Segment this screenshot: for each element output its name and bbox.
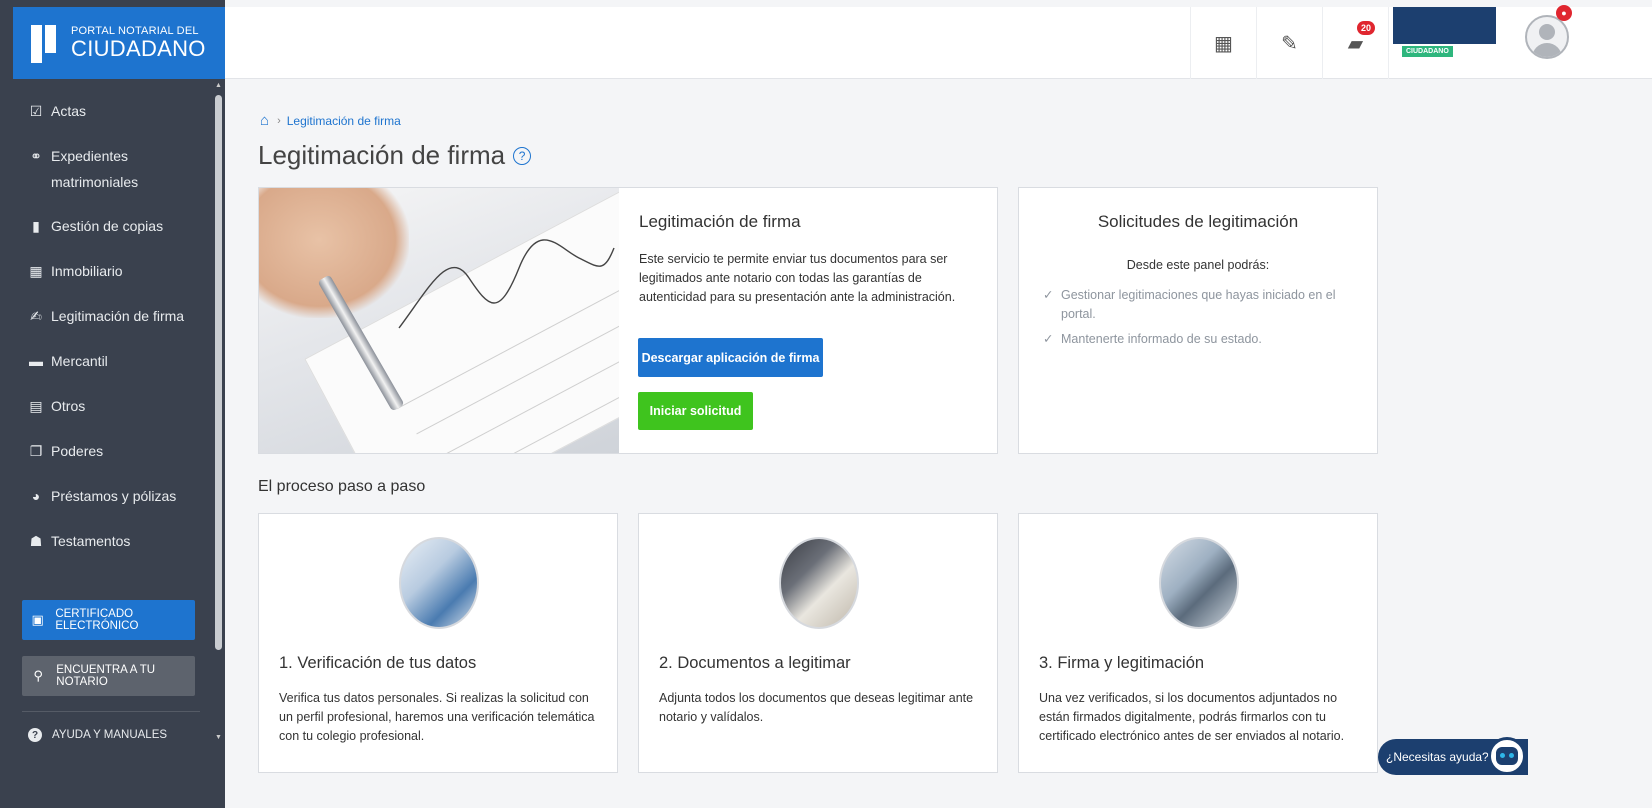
logo-line2: CIUDADANO (71, 35, 206, 61)
notifications-badge: 20 (1357, 21, 1376, 35)
calendar-button[interactable]: ▦ (1190, 7, 1256, 79)
step-image-documents (779, 537, 859, 629)
sidebar-scrollbar-thumb[interactable] (215, 95, 222, 650)
sidebar-item-legitimacion[interactable]: ✍ Legitimación de firma (0, 295, 212, 340)
building-icon: ▦ (29, 263, 43, 279)
people-icon: ☗ (29, 533, 43, 549)
certificate-button-label: CERTIFICADO ELECTRÓNICO (55, 608, 139, 632)
sidebar-item-label: Expedientes matrimoniales (51, 148, 139, 190)
check-icon: ✓ (1043, 288, 1054, 302)
process-section-title: El proceso paso a paso (258, 478, 426, 495)
lock-icon: ● (1556, 5, 1572, 21)
sidebar: PORTAL NOTARIAL DEL CIUDADANO ☑ Actas ⚭ … (0, 0, 225, 808)
calendar-icon: ▦ (1214, 32, 1233, 55)
requests-panel-subtitle: Desde este panel podrás: (1126, 258, 1270, 272)
edit-icon: ✎ (1281, 32, 1298, 55)
scroll-up-arrow-icon[interactable]: ▲ (214, 82, 223, 90)
chevron-right-icon: › (277, 114, 281, 127)
logo-line1: PORTAL NOTARIAL DEL (71, 24, 199, 37)
home-icon[interactable]: ⌂ (260, 112, 269, 129)
sidebar-item-label: Gestión de copias (51, 218, 164, 234)
sidebar-nav: ☑ Actas ⚭ Expedientes matrimoniales ▮ Ge… (0, 90, 212, 565)
sidebar-item-testamentos[interactable]: ☗ Testamentos (0, 520, 212, 565)
user-role-tag: CIUDADANO (1402, 46, 1453, 57)
id-card-icon: ▣ (31, 612, 44, 627)
sidebar-item-copias[interactable]: ▮ Gestión de copias (0, 205, 212, 250)
logo-icon (29, 21, 59, 65)
clipboard-check-icon: ☑ (29, 103, 43, 119)
signature-service-card: Legitimación de firma Este servicio te p… (258, 187, 998, 454)
download-signature-app-button[interactable]: Descargar aplicación de firma (638, 338, 823, 377)
page-title-text: Legitimación de firma (258, 140, 506, 170)
list-item: ✓ Gestionar legitimaciones que hayas inic… (1043, 286, 1343, 324)
topbar-divider (1388, 7, 1389, 79)
step-title: 2. Documentos a legitimar (659, 654, 851, 672)
help-manuals-label: AYUDA Y MANUALES (52, 729, 168, 741)
sidebar-item-label: Inmobiliario (51, 263, 123, 279)
sidebar-item-label: Poderes (51, 443, 104, 459)
sidebar-item-label: Otros (51, 398, 86, 414)
hand-coin-icon: ◕ (31, 488, 41, 504)
step-title: 1. Verificación de tus datos (279, 654, 477, 672)
signing-document-image (259, 188, 619, 453)
sidebar-item-expedientes[interactable]: ⚭ Expedientes matrimoniales (0, 135, 212, 205)
sidebar-item-prestamos[interactable]: ◕ Préstamos y pólizas (0, 475, 212, 520)
step-card-verification: 1. Verificación de tus datos Verifica tu… (258, 513, 618, 773)
archive-box-icon: ▤ (29, 398, 43, 414)
step-text: Verifica tus datos personales. Si realiz… (279, 691, 595, 743)
messages-button[interactable]: ▰ 20 (1322, 7, 1388, 79)
requests-panel-list: ✓ Gestionar legitimaciones que hayas inic… (1043, 286, 1343, 355)
step-card-documents: 2. Documentos a legitimar Adjunta todos … (638, 513, 998, 773)
start-request-button[interactable]: Iniciar solicitud (638, 392, 753, 430)
help-manuals-link[interactable]: ? AYUDA Y MANUALES (28, 728, 167, 742)
sidebar-item-label: Legitimación de firma (51, 308, 185, 324)
user-name-box[interactable] (1393, 7, 1496, 44)
help-circle-icon[interactable]: ? (513, 146, 532, 165)
sidebar-item-mercantil[interactable]: ▬ Mercantil (0, 340, 212, 385)
avatar[interactable] (1525, 15, 1569, 59)
requests-panel-title: Solicitudes de legitimación (1097, 212, 1299, 231)
question-circle-icon: ? (28, 728, 42, 742)
step-image-laptop (399, 537, 479, 629)
file-icon: ▮ (32, 218, 40, 234)
sidebar-item-actas[interactable]: ☑ Actas (0, 90, 212, 135)
chatbot-icon[interactable] (1488, 737, 1526, 775)
sidebar-item-label: Mercantil (51, 353, 108, 369)
check-icon: ✓ (1043, 332, 1054, 346)
help-chat-label: ¿Necesitas ayuda? (1386, 750, 1489, 764)
rings-icon: ⚭ (30, 148, 42, 164)
find-notary-button[interactable]: ⚲ ENCUENTRA A TU NOTARIO (22, 656, 195, 696)
edit-button[interactable]: ✎ (1256, 7, 1322, 79)
documents-icon: ❐ (29, 443, 43, 459)
sidebar-item-label: Préstamos y pólizas (51, 488, 177, 504)
signature-icon: ✍ (30, 308, 42, 324)
search-icon: ⚲ (33, 668, 43, 683)
briefcase-icon: ▬ (29, 353, 43, 369)
step-title: 3. Firma y legitimación (1039, 654, 1205, 672)
breadcrumb: ⌂ › Legitimación de firma (260, 112, 401, 129)
service-card-description: Este servicio te permite enviar tus docu… (639, 252, 956, 304)
sidebar-item-inmobiliario[interactable]: ▦ Inmobiliario (0, 250, 212, 295)
top-bar: ▦ ✎ ▰ 20 CIUDADANO ● (225, 5, 1652, 79)
sidebar-item-poderes[interactable]: ❐ Poderes (0, 430, 212, 475)
sidebar-item-label: Actas (51, 103, 87, 119)
scroll-down-arrow-icon[interactable]: ▼ (214, 734, 223, 742)
breadcrumb-current[interactable]: Legitimación de firma (287, 114, 401, 128)
step-text: Una vez verificados, si los documentos a… (1039, 691, 1345, 743)
requests-panel-card: Solicitudes de legitimación Desde este p… (1018, 187, 1378, 454)
sidebar-item-otros[interactable]: ▤ Otros (0, 385, 212, 430)
step-image-meeting (1159, 537, 1239, 629)
step-text: Adjunta todos los documentos que deseas … (659, 691, 974, 724)
page-title: Legitimación de firma ? (258, 140, 532, 171)
service-card-title: Legitimación de firma (639, 212, 801, 231)
find-notary-button-label: ENCUENTRA A TU NOTARIO (56, 664, 156, 688)
list-item: ✓ Mantenerte informado de su estado. (1043, 330, 1343, 349)
step-card-signature: 3. Firma y legitimación Una vez verifica… (1018, 513, 1378, 773)
certificate-button[interactable]: ▣ CERTIFICADO ELECTRÓNICO (22, 600, 195, 640)
sidebar-divider (22, 711, 200, 712)
portal-logo[interactable]: PORTAL NOTARIAL DEL CIUDADANO (13, 7, 225, 79)
sidebar-item-label: Testamentos (51, 533, 131, 549)
